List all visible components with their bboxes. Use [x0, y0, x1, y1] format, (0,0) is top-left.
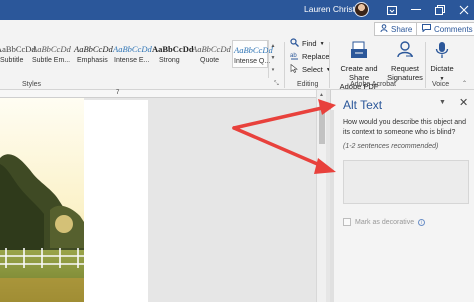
- dictate-button[interactable]: Dictate ▼: [429, 40, 455, 84]
- alt-text-input[interactable]: [343, 160, 469, 204]
- group-divider: [425, 42, 426, 88]
- chevron-down-icon: ▼: [319, 40, 325, 47]
- request-label-line1: Request: [391, 64, 419, 73]
- style-subtle-emphasis[interactable]: AaBbCcDd Subtle Em...: [32, 40, 72, 68]
- styles-group-label: Styles: [22, 81, 42, 88]
- svg-text:ab: ab: [290, 53, 297, 59]
- replace-button[interactable]: ab Replace: [290, 51, 330, 62]
- find-label: Find: [302, 39, 317, 48]
- create-label-line1: Create and Share: [340, 64, 378, 82]
- style-label: Quote: [200, 57, 220, 64]
- alt-text-pane: Alt Text ▼ ✕ How would you describe this…: [330, 90, 474, 302]
- style-label: Intense Q...: [234, 58, 271, 65]
- minimize-icon[interactable]: [404, 0, 428, 20]
- more-icon[interactable]: ▾: [269, 64, 277, 76]
- style-quote[interactable]: AaBbCcDd Quote: [192, 40, 231, 68]
- editing-group-label: Editing: [297, 81, 319, 88]
- find-button[interactable]: Find ▼: [290, 38, 325, 49]
- ribbon-display-options-icon[interactable]: [380, 0, 404, 20]
- style-sample: AaBbCcDd: [234, 45, 273, 55]
- adobe-pdf-icon: [334, 40, 384, 62]
- pane-title: Alt Text: [343, 98, 383, 112]
- style-sample: AaBbCcDd: [74, 44, 113, 54]
- select-button[interactable]: Select ▼: [290, 63, 331, 75]
- adobe-group-label: Adobe Acrobat: [350, 81, 396, 88]
- close-icon[interactable]: ✕: [459, 96, 468, 109]
- close-window-icon[interactable]: [452, 0, 474, 20]
- request-signatures-button[interactable]: Request Signatures: [386, 40, 424, 82]
- chevron-up-icon[interactable]: ▲: [269, 40, 277, 52]
- style-sample: AaBbCcDd: [32, 44, 71, 54]
- style-label: Subtle Em...: [32, 57, 71, 64]
- style-intense-quote[interactable]: AaBbCcDd Intense Q...: [232, 40, 273, 68]
- style-intense-emphasis[interactable]: AaBbCcDd Intense E...: [113, 40, 152, 68]
- document-scrollbar[interactable]: ▲: [316, 90, 326, 302]
- dialog-launcher-icon[interactable]: ⤡: [274, 81, 279, 88]
- pane-scrollbar[interactable]: [330, 110, 334, 302]
- replace-label: Replace: [302, 52, 330, 61]
- share-icon: [380, 24, 388, 34]
- decorative-checkbox[interactable]: [343, 218, 351, 226]
- comment-icon: [422, 24, 431, 34]
- style-sample: AaBbCcDd: [192, 44, 231, 54]
- pane-description: How would you describe this object and i…: [343, 119, 466, 136]
- style-label: Strong: [159, 57, 180, 64]
- style-emphasis[interactable]: AaBbCcDd Emphasis: [74, 40, 113, 68]
- style-sample: AaBbCcDd: [152, 44, 194, 54]
- voice-group-label: Voice: [432, 81, 450, 88]
- search-icon: [290, 38, 299, 49]
- sentence-recommendation: (1-2 sentences recommended): [343, 143, 439, 150]
- style-strong[interactable]: AaBbCcDd Strong: [152, 40, 194, 68]
- select-label: Select: [302, 65, 323, 74]
- horizontal-ruler[interactable]: 7: [0, 90, 326, 98]
- style-label: Emphasis: [77, 57, 108, 64]
- ribbon: Share Comments AaBbCcDd Subtitle AaBbCcD…: [0, 20, 474, 91]
- styles-gallery-scroll[interactable]: ▲ ▼ ▾: [268, 40, 277, 78]
- title-bar: Lauren Christoff: [0, 0, 474, 20]
- comments-button[interactable]: Comments: [416, 22, 474, 36]
- mark-decorative-option[interactable]: Mark as decorative i: [343, 218, 426, 226]
- collapse-ribbon-icon[interactable]: ⌃: [462, 80, 467, 87]
- group-divider: [284, 42, 285, 88]
- style-sample: AaBbCcDd: [113, 44, 152, 54]
- scrollbar-thumb[interactable]: [319, 104, 325, 144]
- comments-label: Comments: [434, 24, 473, 34]
- decorative-label: Mark as decorative: [355, 218, 415, 226]
- document-canvas: [0, 98, 326, 302]
- restore-icon[interactable]: [428, 0, 452, 20]
- selected-landscape-image[interactable]: [0, 98, 84, 302]
- info-icon[interactable]: i: [418, 218, 426, 226]
- style-label: Subtitle: [0, 57, 24, 64]
- style-subtitle[interactable]: AaBbCcDd Subtitle: [0, 40, 36, 68]
- dictate-label: Dictate: [430, 64, 454, 73]
- microphone-icon: [429, 40, 455, 62]
- pane-options-icon[interactable]: ▼: [439, 99, 446, 106]
- document-page[interactable]: [82, 100, 148, 302]
- style-label: Intense E...: [114, 57, 150, 64]
- styles-gallery: AaBbCcDd Subtitle AaBbCcDd Subtle Em... …: [0, 40, 273, 68]
- scroll-up-icon[interactable]: ▲: [319, 92, 324, 98]
- request-signatures-icon: [386, 40, 424, 62]
- avatar[interactable]: [354, 2, 369, 17]
- share-button[interactable]: Share: [374, 22, 419, 36]
- chevron-down-icon[interactable]: ▼: [269, 52, 277, 64]
- ruler-mark: 7: [116, 90, 120, 96]
- share-label: Share: [391, 24, 413, 34]
- replace-icon: ab: [290, 51, 299, 62]
- group-divider: [329, 42, 330, 88]
- select-cursor-icon: [290, 63, 299, 75]
- style-sample: AaBbCcDd: [0, 44, 36, 54]
